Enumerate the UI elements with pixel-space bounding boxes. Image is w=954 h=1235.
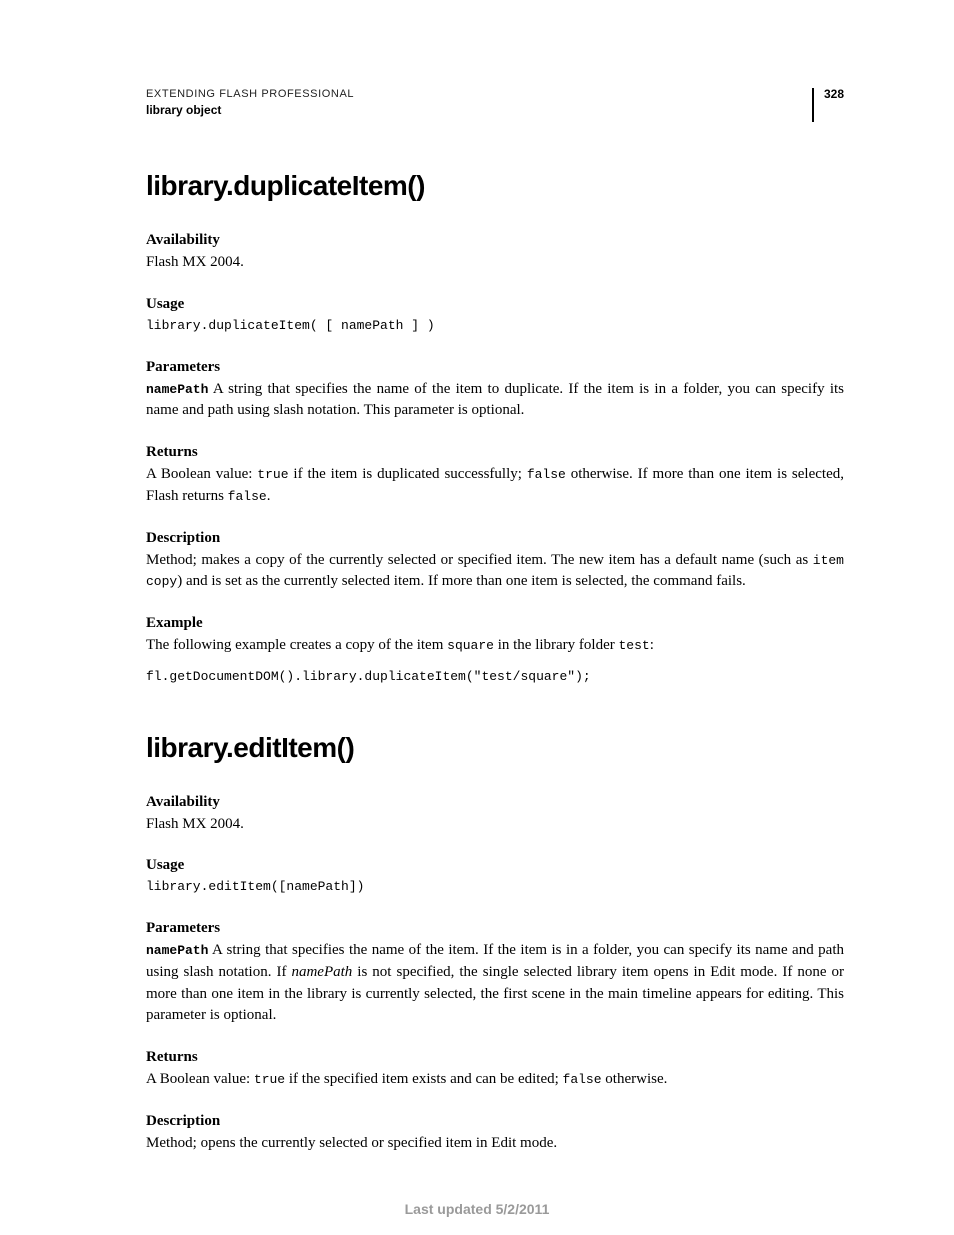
example-code-block: fl.getDocumentDOM().library.duplicateIte… (146, 667, 844, 688)
page-number: 328 (812, 88, 844, 122)
returns-post: otherwise. (602, 1071, 668, 1087)
parameters-body: namePath A string that specifies the nam… (146, 379, 844, 423)
returns-body: A Boolean value: true if the specified i… (146, 1069, 844, 1091)
availability-label: Availability (146, 794, 844, 811)
chapter-title: library object (146, 103, 354, 117)
parameters-label: Parameters (146, 920, 844, 937)
returns-end: . (267, 488, 271, 504)
description-label: Description (146, 1113, 844, 1130)
usage-label: Usage (146, 857, 844, 874)
returns-mid: if the specified item exists and can be … (285, 1071, 562, 1087)
ex-code: test (619, 638, 650, 653)
page-footer: Last updated 5/2/2011 (0, 1201, 954, 1217)
param-text: A string that specifies the name of the … (146, 381, 844, 419)
returns-code: false (228, 489, 267, 504)
usage-label: Usage (146, 296, 844, 313)
returns-code: true (254, 1072, 285, 1087)
parameters-label: Parameters (146, 359, 844, 376)
returns-code: true (257, 467, 288, 482)
returns-label: Returns (146, 444, 844, 461)
page-header: EXTENDING FLASH PROFESSIONAL library obj… (146, 88, 844, 122)
description-body: Method; opens the currently selected or … (146, 1133, 844, 1155)
description-body: Method; makes a copy of the currently se… (146, 550, 844, 594)
usage-code: library.editItem([namePath]) (146, 877, 844, 898)
ex-end: : (650, 637, 654, 653)
availability-label: Availability (146, 232, 844, 249)
ex-code: square (447, 638, 494, 653)
page-content: EXTENDING FLASH PROFESSIONAL library obj… (0, 0, 954, 1155)
example-body: The following example creates a copy of … (146, 635, 844, 657)
returns-code: false (563, 1072, 602, 1087)
availability-body: Flash MX 2004. (146, 814, 844, 836)
ex-mid: in the library folder (494, 637, 619, 653)
desc-pre: Method; makes a copy of the currently se… (146, 552, 813, 568)
returns-label: Returns (146, 1049, 844, 1066)
desc-post: ) and is set as the currently selected i… (177, 573, 746, 589)
usage-code: library.duplicateItem( [ namePath ] ) (146, 316, 844, 337)
returns-pre: A Boolean value: (146, 1071, 254, 1087)
example-label: Example (146, 615, 844, 632)
ex-pre: The following example creates a copy of … (146, 637, 447, 653)
returns-body: A Boolean value: true if the item is dup… (146, 464, 844, 508)
description-label: Description (146, 530, 844, 547)
parameters-body: namePath A string that specifies the nam… (146, 940, 844, 1027)
method-title-duplicateitem: library.duplicateItem() (146, 170, 844, 202)
returns-pre: A Boolean value: (146, 466, 257, 482)
header-left: EXTENDING FLASH PROFESSIONAL library obj… (146, 88, 354, 117)
returns-code: false (527, 467, 566, 482)
param-name: namePath (146, 382, 208, 397)
running-head: EXTENDING FLASH PROFESSIONAL (146, 88, 354, 100)
returns-mid: if the item is duplicated successfully; (289, 466, 527, 482)
method-title-edititem: library.editItem() (146, 732, 844, 764)
param-name: namePath (146, 943, 208, 958)
availability-body: Flash MX 2004. (146, 252, 844, 274)
param-italic: namePath (291, 964, 352, 980)
